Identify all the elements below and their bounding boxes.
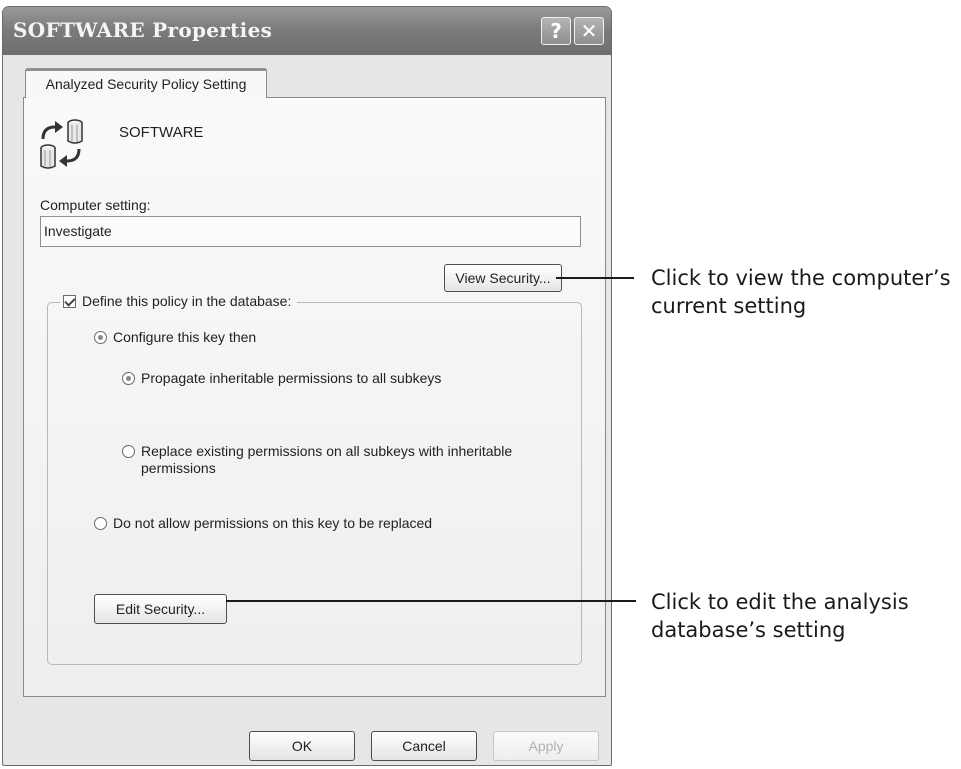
- radio-propagate-permissions[interactable]: Propagate inheritable permissions to all…: [122, 370, 441, 387]
- window-title: SOFTWARE Properties: [13, 18, 273, 42]
- computer-setting-label: Computer setting:: [40, 197, 151, 213]
- cancel-button[interactable]: Cancel: [371, 731, 477, 761]
- close-button[interactable]: ✕: [574, 17, 604, 45]
- properties-dialog: SOFTWARE Properties ? ✕ Analyzed Securit…: [2, 6, 612, 766]
- radio-label: Replace existing permissions on all subk…: [141, 443, 513, 476]
- radio-configure-key[interactable]: Configure this key then: [94, 329, 256, 346]
- tab-analyzed-security-policy-setting[interactable]: Analyzed Security Policy Setting: [25, 68, 267, 98]
- define-policy-checkbox-row[interactable]: Define this policy in the database:: [60, 293, 298, 309]
- help-button[interactable]: ?: [541, 17, 571, 45]
- help-icon: ?: [550, 19, 562, 43]
- registry-key-icon: [40, 119, 83, 169]
- radio-replace-permissions[interactable]: Replace existing permissions on all subk…: [122, 443, 572, 477]
- radio-button[interactable]: [122, 445, 135, 458]
- registry-key-name: SOFTWARE: [119, 124, 204, 141]
- define-policy-checkbox-label: Define this policy in the database:: [82, 293, 292, 309]
- radio-button[interactable]: [94, 331, 107, 344]
- close-icon: ✕: [580, 19, 598, 43]
- callout-text: database’s setting: [651, 618, 846, 642]
- radio-label: Propagate inheritable permissions to all…: [141, 370, 442, 386]
- callout-leader-line: [226, 600, 636, 602]
- radio-label: Do not allow permissions on this key to …: [113, 515, 433, 531]
- radio-button[interactable]: [122, 372, 135, 385]
- apply-button[interactable]: Apply: [493, 731, 599, 761]
- dialog-client-area: Analyzed Security Policy Setting SOFTWAR…: [9, 55, 606, 761]
- computer-setting-field: Investigate: [40, 216, 581, 247]
- callout-leader-line: [556, 277, 634, 279]
- radio-do-not-allow-replace[interactable]: Do not allow permissions on this key to …: [94, 515, 432, 532]
- radio-label: Configure this key then: [113, 329, 257, 345]
- radio-button[interactable]: [94, 517, 107, 530]
- ok-button[interactable]: OK: [249, 731, 355, 761]
- define-policy-checkbox[interactable]: [63, 294, 76, 308]
- callout-text: current setting: [651, 294, 807, 318]
- edit-security-button[interactable]: Edit Security...: [94, 594, 227, 624]
- view-security-button[interactable]: View Security...: [444, 264, 562, 292]
- title-bar[interactable]: SOFTWARE Properties ? ✕: [3, 7, 611, 55]
- callout-view-security: Click to view the computer’s current set…: [651, 264, 961, 320]
- callout-text: Click to view the computer’s: [651, 266, 951, 290]
- callout-text: Click to edit the analysis: [651, 590, 909, 614]
- callout-edit-security: Click to edit the analysis database’s se…: [651, 588, 961, 644]
